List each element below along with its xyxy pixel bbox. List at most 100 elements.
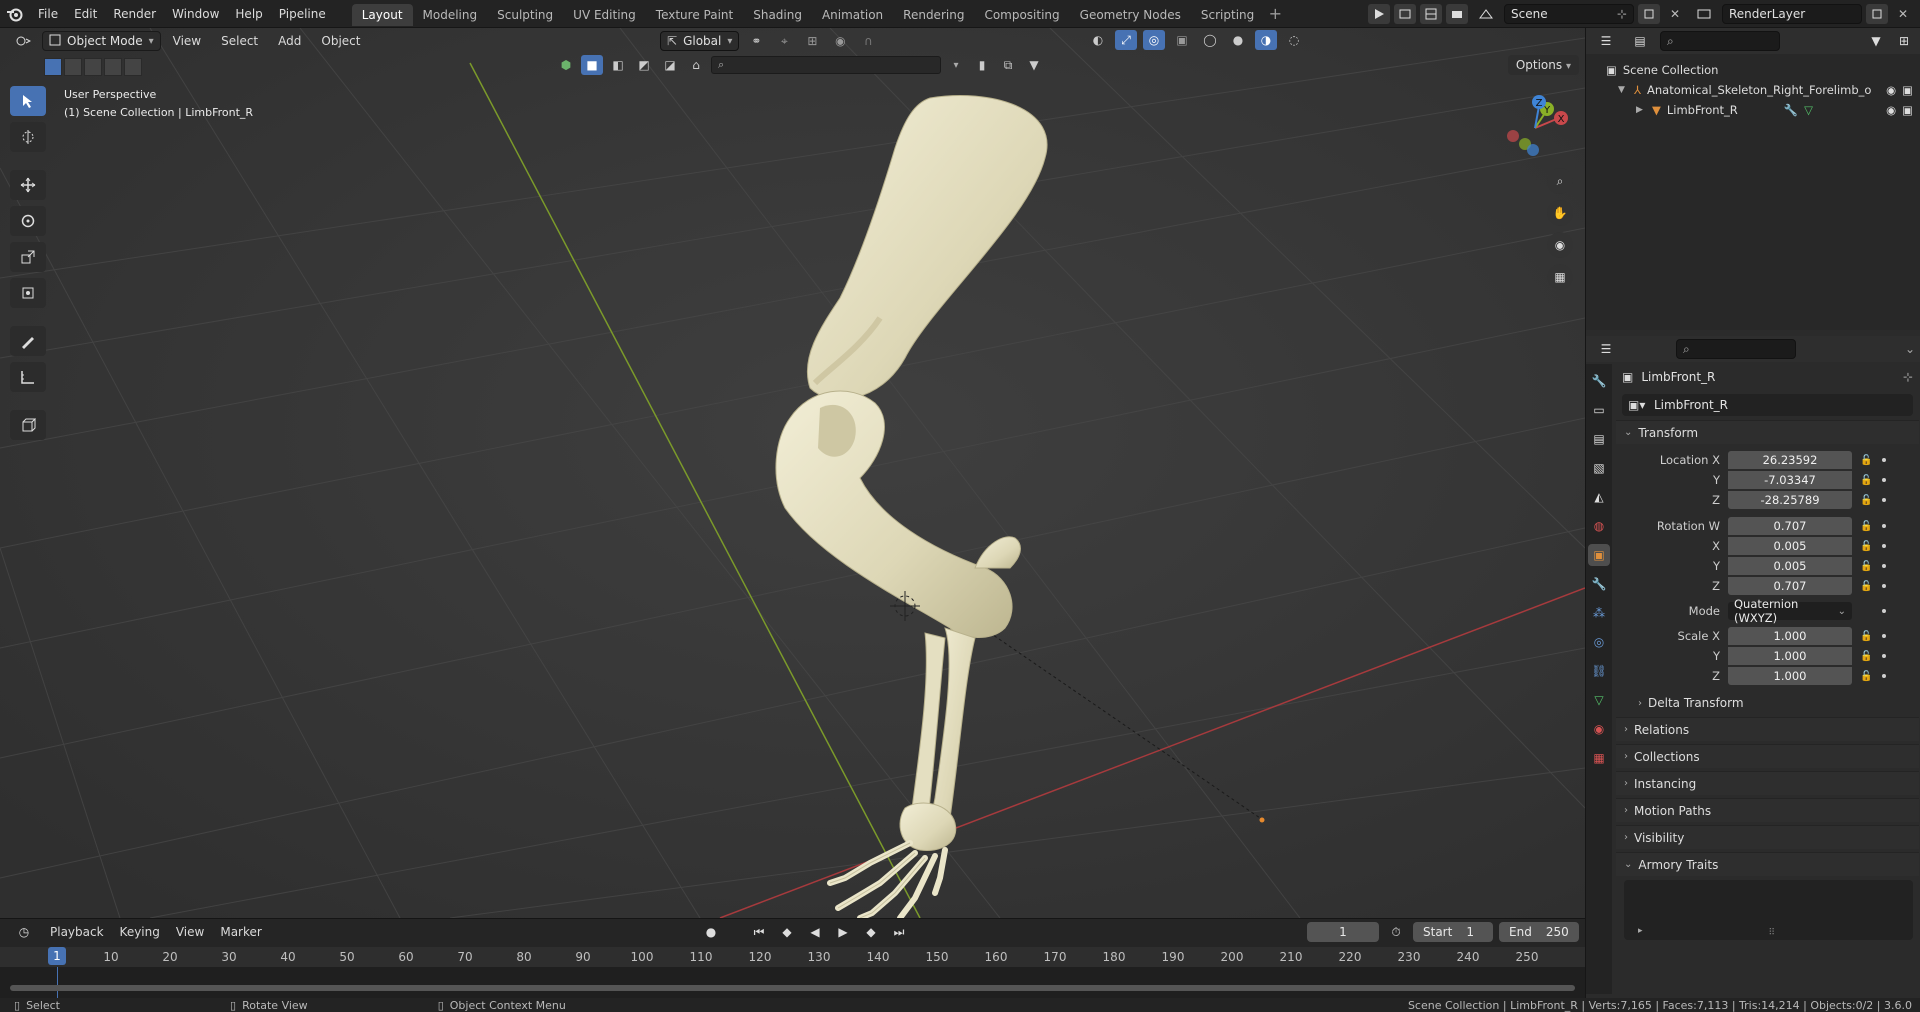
viewport-menu-add[interactable]: Add — [270, 34, 309, 48]
timeline-editor-type-icon[interactable]: ◷ — [10, 922, 38, 942]
auto-keying-icon[interactable]: ● — [700, 922, 722, 942]
scene-tab-icon[interactable]: ◭ — [1588, 486, 1610, 508]
viewport-menu-select[interactable]: Select — [213, 34, 266, 48]
lock-icon[interactable]: 🔓 — [1860, 521, 1872, 532]
rotate-tool-icon[interactable] — [10, 206, 46, 236]
outliner-scene-collection[interactable]: ▣ Scene Collection — [1586, 60, 1920, 80]
playhead[interactable]: 1 — [48, 947, 66, 965]
tab-layout[interactable]: Layout — [351, 3, 413, 26]
scale-tool-icon[interactable] — [10, 242, 46, 272]
delete-view-layer-icon[interactable]: ✕ — [1892, 4, 1914, 24]
camera-filter-icon[interactable]: ◩ — [633, 55, 655, 75]
particles-tab-icon[interactable]: ⁂ — [1588, 602, 1610, 624]
mesh-filter-icon[interactable]: ■ — [581, 55, 603, 75]
light-filter-icon[interactable]: ◧ — [607, 55, 629, 75]
tab-compositing[interactable]: Compositing — [974, 4, 1069, 26]
location-y-field[interactable]: -7.03347 — [1728, 471, 1852, 489]
prev-keyframe-icon[interactable]: ◆ — [776, 922, 798, 942]
select-extend-icon[interactable] — [64, 58, 82, 76]
timeline-menu-view[interactable]: View — [172, 925, 208, 939]
tab-animation[interactable]: Animation — [812, 4, 893, 26]
select-intersect-icon[interactable] — [124, 58, 142, 76]
render-tab-icon[interactable]: ▭ — [1588, 399, 1610, 421]
gizmo-toggle-icon[interactable]: ⤢ — [1115, 30, 1137, 50]
keyframe-dot[interactable] — [1882, 584, 1887, 588]
outliner-item-mesh[interactable]: ▶ ▼ LimbFront_R 🔧 ▽ ◉ ▣ — [1586, 100, 1920, 120]
lock-icon[interactable]: 🔓 — [1860, 631, 1872, 642]
tab-geometry-nodes[interactable]: Geometry Nodes — [1070, 4, 1191, 26]
jump-start-icon[interactable]: ⏮ — [748, 922, 770, 942]
lock-icon[interactable]: 🔓 — [1860, 581, 1872, 592]
start-frame-field[interactable]: Start 1 — [1413, 922, 1493, 942]
cursor-tool-icon[interactable] — [10, 122, 46, 152]
add-cube-tool-icon[interactable] — [10, 410, 46, 440]
delta-transform-subpanel[interactable]: › Delta Transform — [1616, 692, 1919, 714]
viewport-menu-view[interactable]: View — [165, 34, 209, 48]
keyframe-dot[interactable] — [1882, 478, 1887, 482]
lock-icon[interactable]: 🔓 — [1860, 475, 1872, 486]
timeline-track-area[interactable] — [0, 967, 1585, 999]
transform-panel-header[interactable]: ⌄ Transform — [1616, 420, 1919, 444]
3d-viewport[interactable]: Object Mode ▾ View Select Add Object ⇱ G… — [0, 28, 1585, 918]
rotation-x-field[interactable]: 0.005 — [1728, 537, 1852, 555]
select-invert-icon[interactable] — [104, 58, 122, 76]
armory-traits-list[interactable]: + ⌄ ▸ ⠿ — [1624, 880, 1913, 940]
falloff-icon[interactable]: ∩ — [857, 31, 879, 51]
keyframe-dot[interactable] — [1882, 564, 1887, 568]
menu-window[interactable]: Window — [164, 0, 227, 28]
perspective-toggle-icon[interactable]: ▦ — [1547, 264, 1573, 290]
keyframe-dot[interactable] — [1882, 458, 1887, 462]
select-subtract-icon[interactable] — [84, 58, 102, 76]
data-tab-icon[interactable]: ▽ — [1588, 689, 1610, 711]
proportional-editing-icon[interactable]: ◉ — [829, 31, 851, 51]
pan-hand-icon[interactable]: ✋ — [1547, 200, 1573, 226]
resize-handle-icon[interactable]: ⠿ — [1769, 928, 1776, 938]
visibility-icon[interactable]: ◐ — [1087, 30, 1109, 50]
menu-help[interactable]: Help — [227, 0, 270, 28]
bookmark-icon[interactable]: ▮ — [971, 55, 993, 75]
chevron-down-icon[interactable]: ▾ — [945, 55, 967, 75]
play-reverse-icon[interactable]: ◀ — [804, 922, 826, 942]
delete-scene-icon[interactable]: ✕ — [1664, 4, 1686, 24]
scene-icon[interactable] — [1472, 4, 1500, 24]
next-keyframe-icon[interactable]: ◆ — [860, 922, 882, 942]
timeline-menu-keying[interactable]: Keying — [116, 925, 164, 939]
measure-tool-icon[interactable] — [10, 362, 46, 392]
tab-shading[interactable]: Shading — [743, 4, 812, 26]
instancing-panel-header[interactable]: › Instancing — [1616, 771, 1919, 795]
keyframe-dot[interactable] — [1882, 498, 1887, 502]
chevron-down-icon[interactable]: ⌄ — [1905, 342, 1915, 356]
lock-icon[interactable]: 🔓 — [1860, 561, 1872, 572]
pivot-point-icon[interactable]: ⚭ — [745, 31, 767, 51]
object-types-icon[interactable]: ⬢ — [555, 55, 577, 75]
render-animation-icon[interactable] — [1420, 4, 1442, 24]
rotation-y-field[interactable]: 0.005 — [1728, 557, 1852, 575]
camera-icon[interactable]: ▣ — [1902, 83, 1913, 97]
snap-icon[interactable]: ⌖ — [773, 31, 795, 51]
snap-target-icon[interactable]: ⊞ — [801, 31, 823, 51]
editor-type-icon[interactable] — [8, 31, 38, 51]
new-view-layer-icon[interactable] — [1866, 4, 1888, 24]
lock-icon[interactable]: 🔓 — [1860, 495, 1872, 506]
location-z-field[interactable]: -28.25789 — [1728, 491, 1852, 509]
armory-traits-panel-header[interactable]: ⌄ Armory Traits — [1616, 852, 1919, 876]
visibility-panel-header[interactable]: › Visibility — [1616, 825, 1919, 849]
scale-y-field[interactable]: 1.000 — [1728, 647, 1852, 665]
scene-selector[interactable]: Scene ⊹ — [1504, 4, 1634, 24]
world-tab-icon[interactable]: ◍ — [1588, 515, 1610, 537]
relations-panel-header[interactable]: › Relations — [1616, 717, 1919, 741]
viewport-menu-object[interactable]: Object — [313, 34, 368, 48]
material-shading-icon[interactable]: ◑ — [1255, 30, 1277, 50]
timeline-scrollbar[interactable] — [10, 985, 1575, 991]
render-output-icon[interactable] — [1446, 4, 1468, 24]
texture-tab-icon[interactable]: ▦ — [1588, 747, 1610, 769]
tab-modeling[interactable]: Modeling — [413, 4, 488, 26]
rotation-z-field[interactable]: 0.707 — [1728, 577, 1852, 595]
menu-pipeline[interactable]: Pipeline — [271, 0, 334, 28]
stopwatch-icon[interactable]: ⏱ — [1385, 922, 1407, 942]
keyframe-dot[interactable] — [1882, 634, 1887, 638]
scale-z-field[interactable]: 1.000 — [1728, 667, 1852, 685]
wireframe-shading-icon[interactable]: ◯ — [1199, 30, 1221, 50]
view-options-icon[interactable]: ⧉ — [997, 55, 1019, 75]
modifier-tab-icon[interactable]: 🔧 — [1588, 573, 1610, 595]
